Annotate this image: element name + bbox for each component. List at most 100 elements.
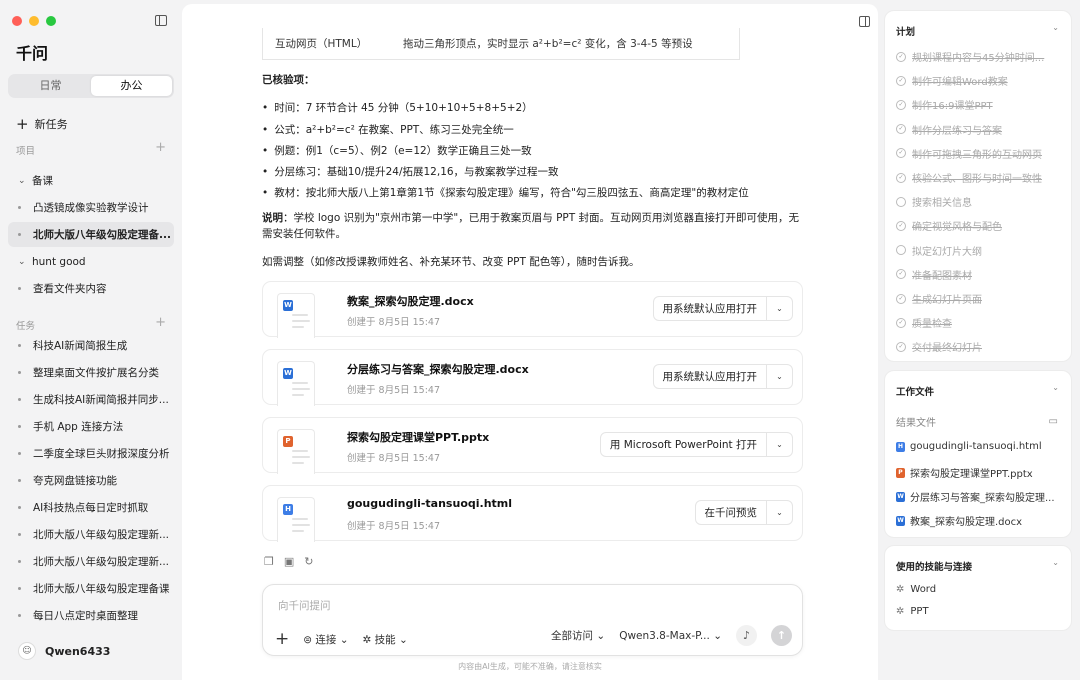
task-item[interactable]: 北师大版八年级勾股定理新... [8, 549, 174, 574]
panel-toggle-icon[interactable] [859, 16, 870, 27]
plan-item-label: 制作可拖拽三角形的互动网页 [912, 149, 1042, 161]
new-task-button[interactable]: + 新任务 [16, 116, 68, 132]
chevron-down-icon[interactable]: ⌄ [766, 501, 792, 524]
tab-daily[interactable]: 日常 [10, 76, 91, 96]
regenerate-icon[interactable]: ↻ [304, 555, 313, 568]
add-task-icon[interactable]: + [155, 315, 166, 330]
sidebar-toggle-icon[interactable] [155, 15, 167, 26]
open-with-button[interactable]: 用系统默认应用打开 ⌄ [652, 296, 793, 321]
workfiles-panel: 工作文件 ⌄ 结果文件 ▭ Hgougudingli-tansuoqi.html… [884, 370, 1072, 538]
attach-plus-icon[interactable]: + [275, 629, 289, 649]
plan-item: 搜索相关信息 [896, 194, 972, 209]
file-card[interactable]: W 分层练习与答案_探索勾股定理.docx 创建于 8月5日 15:47 用系统默认应… [262, 349, 803, 406]
file-date: 创建于 8月5日 15:47 [347, 453, 441, 464]
work-file-item[interactable]: W 分层练习与答案_探索勾股定理... [896, 489, 1064, 504]
check-circle-icon: ✓ [896, 51, 906, 62]
task-item[interactable]: 生成科技AI新闻简报并同步... [8, 387, 174, 412]
connect-button[interactable]: ⊜ 连接 ⌄ [303, 632, 348, 647]
plan-item: ✓ 生成幻灯片页面 [896, 291, 982, 306]
task-label: 科技AI新闻简报生成 [33, 340, 128, 352]
plan-item-label: 交付最终幻灯片 [912, 343, 982, 355]
chevron-down-icon[interactable]: ⌄ [766, 297, 792, 320]
followup-text: 如需调整（如修改授课教师姓名、补充某环节、改变 PPT 配色等），随时告诉我。 [262, 256, 640, 268]
plan-item: 拟定幻灯片大纲 [896, 243, 982, 258]
open-with-button[interactable]: 用系统默认应用打开 ⌄ [652, 364, 793, 389]
close-window-button[interactable] [12, 16, 22, 26]
file-card[interactable]: Hgougudingli-tansuoqi.html 创建于 8月5日 15:47… [262, 485, 803, 542]
verified-item: 公式：a²+b²=c² 在教案、PPT、练习三处完全统一 [262, 122, 514, 137]
bullet-icon [18, 233, 21, 236]
chevron-down-icon[interactable]: ⌄ [766, 433, 792, 456]
project-folder-hunt-good[interactable]: ⌄ hunt good [8, 249, 174, 274]
folder-icon[interactable]: ▭ [1049, 416, 1058, 427]
workfiles-title: 工作文件 [896, 387, 935, 398]
file-date: 创建于 8月5日 15:47 [347, 317, 441, 328]
chevron-down-icon[interactable]: ⌄ [1052, 383, 1059, 392]
skill-icon: ✲ [896, 606, 905, 617]
plus-icon: + [16, 115, 29, 133]
task-item[interactable]: 手机 App 连接方法 [8, 414, 174, 439]
check-circle-icon: ✓ [896, 172, 906, 183]
task-label: 二季度全球巨头财报深度分析 [33, 448, 170, 460]
chevron-down-icon[interactable]: ⌄ [766, 365, 792, 388]
export-icon[interactable]: ▣ [284, 555, 294, 568]
work-file-item[interactable]: Hgougudingli-tansuoqi.html [896, 441, 1064, 452]
check-circle-icon: ✓ [896, 99, 906, 110]
task-item[interactable]: 每日八点定时桌面整理 [8, 603, 174, 628]
file-card[interactable]: P 探索勾股定理课堂PPT.pptx 创建于 8月5日 15:47 用 Microso… [262, 417, 803, 474]
bullet-icon [18, 206, 21, 209]
file-thumbnail: P [277, 429, 315, 474]
work-file-item[interactable]: W 教案_探索勾股定理.docx [896, 513, 1064, 528]
task-item[interactable]: 北师大版八年级勾股定理新... [8, 522, 174, 547]
file-date: 创建于 8月5日 15:47 [347, 521, 441, 532]
verified-item: 教材：按北师大版八上第1章第1节《探索勾股定理》编写，符合"勾三股四弦五、商高定… [262, 185, 749, 200]
chevron-down-icon[interactable]: ⌄ [1052, 558, 1059, 567]
plan-item: ✓ 制作16:9课堂PPT [896, 97, 993, 112]
add-project-icon[interactable]: + [155, 140, 166, 155]
task-item[interactable]: 北师大版八年级勾股定理备课 [8, 576, 174, 601]
window-controls [12, 16, 56, 26]
work-file-label: 教案_探索勾股定理.docx [910, 517, 1023, 528]
list-item-label: 凸透镜成像实验教学设计 [33, 202, 149, 214]
skills-button[interactable]: ✲ 技能 ⌄ [363, 632, 408, 647]
list-item-active[interactable]: 北师大版八年级勾股定理备... [8, 222, 174, 247]
list-item[interactable]: 凸透镜成像实验教学设计 [8, 195, 174, 220]
ai-disclaimer: 内容由AI生成，可能不准确，请注意核实 [458, 662, 602, 671]
task-item[interactable]: 二季度全球巨头财报深度分析 [8, 441, 174, 466]
plan-item-label: 制作可编辑Word教案 [912, 77, 1008, 89]
copy-icon[interactable]: ❐ [264, 555, 274, 568]
chevron-down-icon[interactable]: ⌄ [1052, 23, 1059, 32]
task-item[interactable]: 夸克网盘链接功能 [8, 468, 174, 493]
task-section-header: 任务 + [16, 315, 166, 332]
microphone-icon[interactable]: ♪ [736, 625, 757, 646]
task-item[interactable]: 整理桌面文件按扩展名分类 [8, 360, 174, 385]
skill-item: ✲ Word [896, 584, 937, 595]
task-label: 手机 App 连接方法 [33, 421, 124, 433]
chevron-down-icon: ⌄ [18, 256, 26, 267]
plan-item: ✓ 确定视觉风格与配色 [896, 218, 1002, 233]
send-button[interactable]: ↑ [771, 625, 792, 646]
plan-item-label: 搜索相关信息 [912, 198, 972, 210]
access-dropdown[interactable]: 全部访问 ⌄ [551, 628, 605, 643]
task-label: 生成科技AI新闻简报并同步... [33, 394, 169, 406]
tab-office[interactable]: 办公 [91, 76, 172, 96]
maximize-window-button[interactable] [46, 16, 56, 26]
open-with-button[interactable]: 用 Microsoft PowerPoint 打开 ⌄ [599, 432, 793, 457]
task-item[interactable]: AI科技热点每日定时抓取 [8, 495, 174, 520]
work-file-label: gougudingli-tansuoqi.html [910, 441, 1042, 452]
list-item[interactable]: 查看文件夹内容 [8, 276, 174, 301]
project-folder-beike[interactable]: ⌄ 备课 [8, 168, 174, 193]
task-item[interactable]: 科技AI新闻简报生成 [8, 333, 174, 358]
open-with-label: 用 Microsoft PowerPoint 打开 [609, 439, 757, 451]
check-circle-icon: ✓ [896, 220, 906, 231]
work-file-item[interactable]: P 探索勾股定理课堂PPT.pptx [896, 465, 1064, 480]
new-task-label: 新任务 [34, 118, 68, 131]
open-with-button[interactable]: 在千问预览 ⌄ [694, 500, 793, 525]
user-profile[interactable]: ☺ Qwen6433 [18, 642, 110, 660]
result-files-label: 结果文件 ▭ [896, 416, 1058, 429]
file-card[interactable]: W 教案_探索勾股定理.docx 创建于 8月5日 15:47 用系统默认应用打开 ⌄ [262, 281, 803, 338]
bullet-icon [18, 479, 21, 482]
prompt-input[interactable]: 向千问提问 [278, 598, 331, 613]
model-dropdown[interactable]: Qwen3.8-Max-P... ⌄ [619, 630, 722, 642]
minimize-window-button[interactable] [29, 16, 39, 26]
